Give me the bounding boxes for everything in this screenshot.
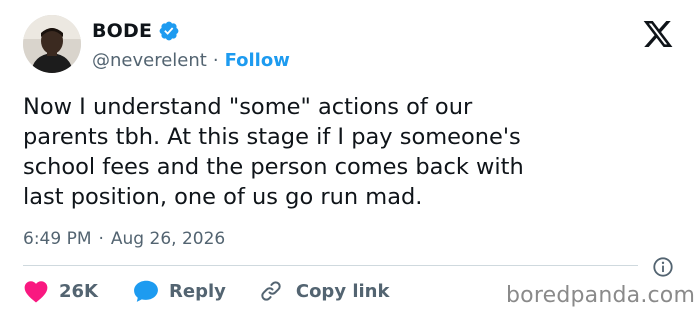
watermark: boredpanda.com [506, 283, 696, 308]
reply-button[interactable]: Reply [133, 279, 226, 303]
heart-icon [24, 281, 48, 303]
verified-badge-icon [159, 21, 179, 41]
timestamp-separator: · [98, 229, 104, 249]
tweet-card: BODE @neverelent · Follow Now I understa… [0, 0, 700, 318]
tweet-text: Now I understand "some" actions of our p… [23, 92, 663, 212]
info-icon[interactable] [652, 256, 674, 278]
tweet-line: Now I understand "some" actions of our [23, 94, 473, 120]
tweet-actions: 26K Reply Copy link [23, 278, 389, 304]
reply-label: Reply [169, 280, 226, 302]
tweet-timestamp[interactable]: 6:49 PM · Aug 26, 2026 [23, 228, 225, 250]
tweet-time: 6:49 PM [23, 229, 92, 249]
like-count: 26K [59, 280, 98, 302]
author-handle-row: @neverelent · Follow [92, 49, 290, 71]
author-name[interactable]: BODE [92, 20, 152, 42]
copy-link-label: Copy link [295, 280, 390, 302]
divider [23, 265, 638, 266]
tweet-line: parents tbh. At this stage if I pay some… [23, 124, 521, 150]
tweet-line: school fees and the person comes back wi… [23, 154, 524, 180]
follow-button[interactable]: Follow [225, 50, 290, 71]
copy-link-button[interactable]: Copy link [258, 279, 390, 303]
link-icon [261, 281, 281, 301]
tweet-date: Aug 26, 2026 [110, 229, 226, 249]
avatar[interactable] [23, 15, 81, 73]
author-handle[interactable]: @neverelent [92, 50, 207, 71]
like-button[interactable]: 26K [23, 279, 98, 303]
author-name-row: BODE [92, 20, 180, 42]
speech-bubble-icon [134, 280, 158, 302]
tweet-line: last position, one of us go run mad. [23, 184, 423, 210]
person-avatar-icon [23, 15, 81, 73]
handle-separator: · [212, 49, 219, 71]
x-logo-icon[interactable] [640, 18, 676, 50]
